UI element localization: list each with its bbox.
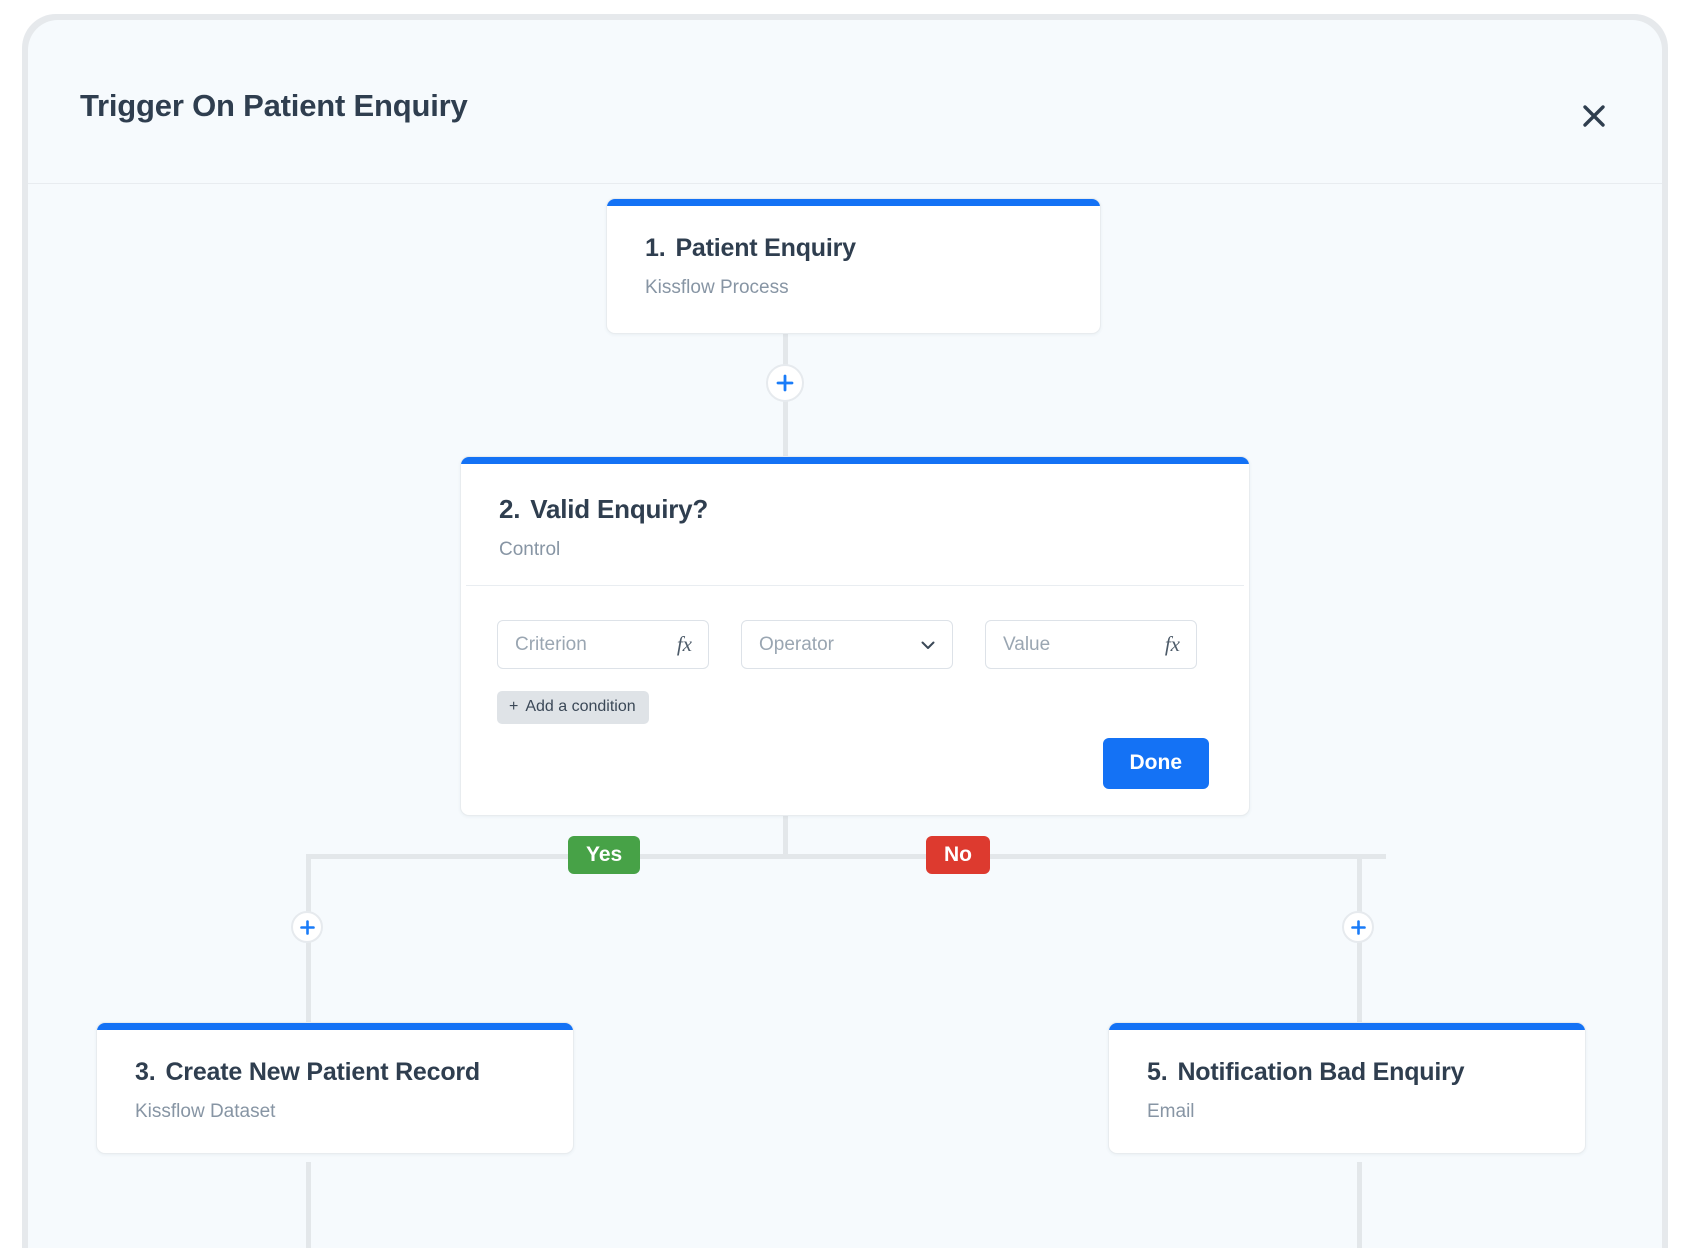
connector-line-below-node3	[306, 1162, 311, 1248]
formula-icon[interactable]: fx	[1165, 632, 1182, 657]
node-subtitle: Kissflow Dataset	[135, 1101, 276, 1122]
modal-header: Trigger On Patient Enquiry	[28, 20, 1662, 184]
node-title-text: Notification Bad Enquiry	[1177, 1058, 1465, 1086]
chevron-down-icon	[918, 635, 938, 655]
add-condition-button[interactable]: + Add a condition	[497, 691, 649, 724]
value-input[interactable]: Value fx	[985, 620, 1197, 669]
workflow-canvas: Yes No 1. Patient Enquiry Kissflow Proces…	[28, 184, 1662, 1248]
criterion-input-placeholder: Criterion	[515, 633, 587, 655]
workflow-node-create-patient-record[interactable]: 3. Create New Patient Record Kissflow Dat…	[96, 1022, 574, 1154]
node-accent-bar	[1109, 1023, 1585, 1030]
add-step-button-yes-branch[interactable]	[291, 911, 323, 943]
condition-form: Criterion fx Operator Value fx + Add a c…	[461, 586, 1249, 815]
plus-icon	[774, 372, 796, 394]
node-title-text: Valid Enquiry?	[530, 494, 709, 524]
add-step-button-no-branch[interactable]	[1342, 911, 1374, 943]
node-title: 5. Notification Bad Enquiry	[1147, 1058, 1551, 1087]
workflow-modal-panel: Trigger On Patient Enquiry Yes No 1. Pat…	[28, 20, 1662, 1248]
operator-select[interactable]: Operator	[741, 620, 953, 669]
node-title: 3. Create New Patient Record	[135, 1058, 539, 1087]
node-number: 3.	[135, 1058, 156, 1086]
condition-row: Criterion fx Operator Value fx	[497, 620, 1209, 669]
close-icon	[1578, 100, 1610, 132]
plus-icon	[298, 918, 317, 937]
add-step-button-after-node1[interactable]	[766, 364, 804, 402]
node-title-text: Patient Enquiry	[675, 234, 856, 262]
done-button[interactable]: Done	[1102, 738, 1209, 789]
node-number: 2.	[499, 494, 521, 524]
node-accent-bar	[461, 457, 1249, 464]
node-number: 5.	[1147, 1058, 1168, 1086]
workflow-node-patient-enquiry[interactable]: 1. Patient Enquiry Kissflow Process	[606, 198, 1101, 334]
node-content: 5. Notification Bad Enquiry Email	[1109, 1030, 1585, 1153]
branch-label-yes: Yes	[568, 836, 641, 874]
connector-line-below-node5	[1357, 1162, 1362, 1248]
node-title: 1. Patient Enquiry	[645, 234, 1066, 263]
node-title-text: Create New Patient Record	[165, 1058, 480, 1086]
operator-select-placeholder: Operator	[759, 633, 834, 655]
node-subtitle: Email	[1147, 1101, 1195, 1122]
workflow-node-valid-enquiry[interactable]: 2. Valid Enquiry? Control Criterion fx Op…	[460, 456, 1250, 816]
node-content: 3. Create New Patient Record Kissflow Dat…	[97, 1030, 573, 1153]
criterion-input[interactable]: Criterion fx	[497, 620, 709, 669]
node-number: 1.	[645, 234, 666, 262]
plus-icon	[1349, 918, 1368, 937]
page-title: Trigger On Patient Enquiry	[80, 88, 468, 123]
formula-icon[interactable]: fx	[677, 632, 694, 657]
workflow-node-notification-bad-enquiry[interactable]: 5. Notification Bad Enquiry Email	[1108, 1022, 1586, 1154]
node-accent-bar	[97, 1023, 573, 1030]
add-condition-label: Add a condition	[525, 698, 636, 715]
node-subtitle: Control	[499, 539, 561, 560]
node-content: 1. Patient Enquiry Kissflow Process	[607, 206, 1100, 333]
node-accent-bar	[607, 199, 1100, 206]
form-actions: Done	[497, 738, 1209, 789]
branch-label-no: No	[926, 836, 990, 874]
node-content: 2. Valid Enquiry? Control	[461, 464, 1249, 585]
plus-icon: +	[509, 698, 519, 715]
node-subtitle: Kissflow Process	[645, 277, 789, 298]
value-input-placeholder: Value	[1003, 633, 1051, 655]
branch-horizontal-line	[306, 854, 1386, 859]
node-title: 2. Valid Enquiry?	[499, 494, 1213, 525]
close-button[interactable]	[1570, 92, 1618, 140]
